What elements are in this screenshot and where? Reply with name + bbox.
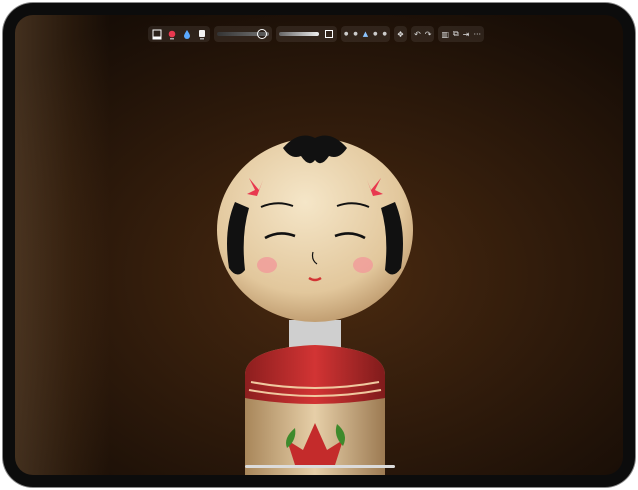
gallery-icon[interactable]: ⧉ bbox=[453, 29, 459, 39]
drawing-toolbar: ● ● ▲ ● ● ❖ ↶ ↷ ▥ ⧉ ⇥ ··· bbox=[148, 25, 500, 43]
layers-group: ❖ bbox=[393, 26, 408, 42]
square-icon[interactable] bbox=[323, 28, 334, 41]
ipad-frame: ● ● ▲ ● ● ❖ ↶ ↷ ▥ ⧉ ⇥ ··· bbox=[3, 3, 635, 487]
trash-icon[interactable]: ▥ bbox=[441, 30, 449, 39]
dot-icon[interactable]: ● bbox=[383, 31, 387, 37]
canvas-screen[interactable]: ● ● ▲ ● ● ❖ ↶ ↷ ▥ ⧉ ⇥ ··· bbox=[15, 15, 623, 475]
dot-icon[interactable]: ● bbox=[373, 31, 377, 37]
undo-icon[interactable]: ↶ bbox=[414, 30, 421, 39]
more-icon[interactable]: ··· bbox=[473, 30, 481, 39]
export-icon[interactable]: ⇥ bbox=[463, 30, 470, 39]
mode-segments: ● ● ▲ ● ● bbox=[341, 26, 390, 42]
blurred-background bbox=[15, 15, 110, 475]
slider-knob[interactable] bbox=[257, 29, 268, 39]
eraser-icon[interactable] bbox=[151, 28, 162, 41]
paint-drop-icon[interactable] bbox=[166, 28, 177, 41]
history-group: ↶ ↷ bbox=[411, 26, 435, 42]
kokeshi-doll-image bbox=[217, 135, 413, 475]
water-drop-icon[interactable] bbox=[181, 28, 192, 41]
actions-group: ▥ ⧉ ⇥ ··· bbox=[438, 26, 485, 42]
home-indicator[interactable] bbox=[245, 465, 395, 468]
opacity-group bbox=[276, 26, 337, 42]
brush-size-slider[interactable] bbox=[217, 29, 269, 39]
redo-icon[interactable]: ↷ bbox=[425, 30, 432, 39]
dot-icon[interactable]: ● bbox=[344, 31, 348, 37]
layers-icon[interactable]: ❖ bbox=[397, 30, 404, 39]
dot-icon[interactable]: ● bbox=[353, 31, 357, 37]
brush-size-group bbox=[214, 26, 272, 42]
tool-picker bbox=[148, 26, 210, 42]
water-drop-icon[interactable]: ▲ bbox=[363, 30, 368, 38]
opacity-slider[interactable] bbox=[279, 32, 319, 36]
white-swatch-icon[interactable] bbox=[196, 28, 207, 41]
segment-control[interactable]: ● ● ▲ ● ● bbox=[344, 30, 387, 38]
